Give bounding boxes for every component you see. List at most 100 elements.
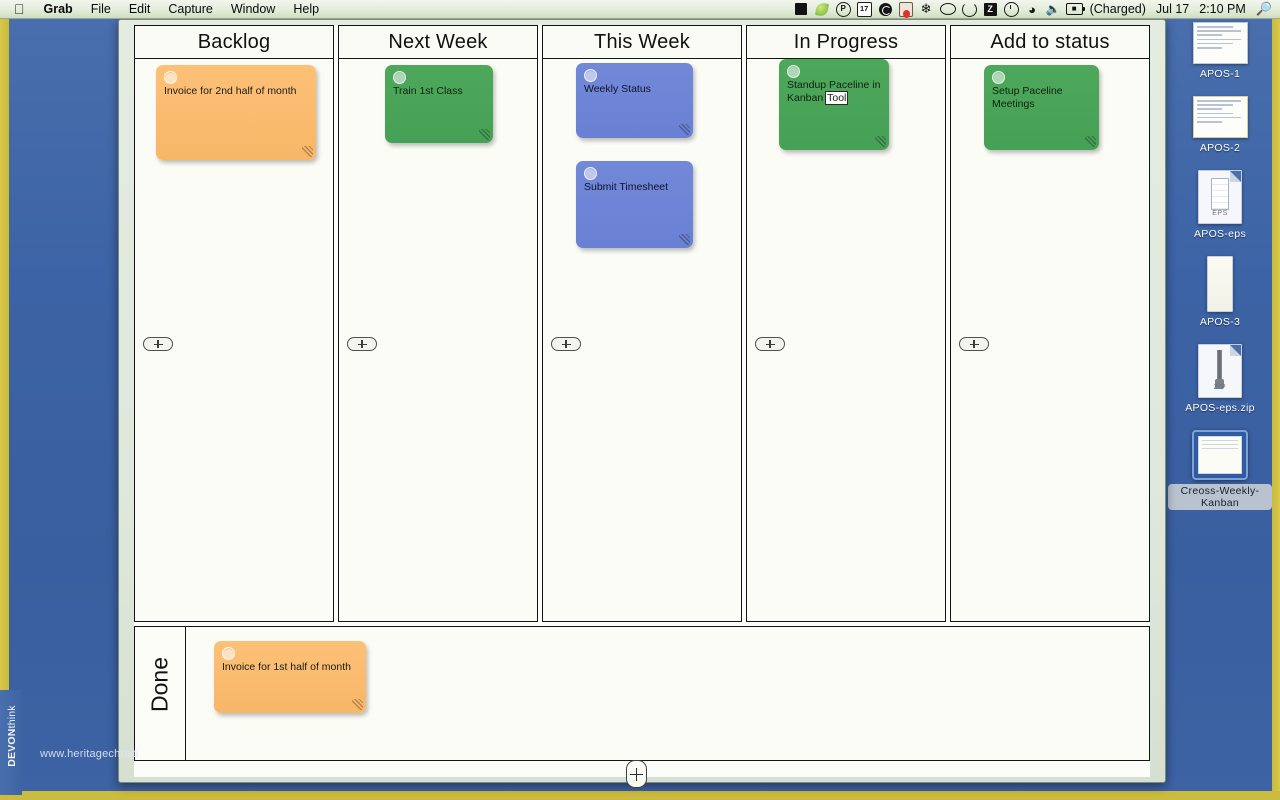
file-type-tag: ZIP [1213,384,1227,391]
column-body-in-progress[interactable]: Standup Paceline in Kanban Tool [747,59,945,621]
note-badge-icon[interactable] [787,65,800,78]
desktop-bottom-edge-stripe [0,791,1280,800]
sticky-note[interactable]: Submit Timesheet [576,161,693,248]
column-body-this-week[interactable]: Weekly Status Submit Timesheet [543,59,741,621]
add-card-button-next-week[interactable] [347,337,377,351]
note-text: Weekly Status [584,83,651,95]
desktop-icon-apos-3[interactable]: APOS-3 [1168,256,1272,328]
note-resize-grip[interactable] [875,136,886,147]
menu-item-window[interactable]: Window [222,0,284,19]
desktop-icon-label: APOS-eps [1193,228,1246,240]
done-row-body[interactable]: Invoice for 1st half of month [186,627,1149,760]
red-app-icon[interactable] [898,1,915,18]
desktop-icon-label: APOS-2 [1199,142,1241,154]
sticky-note[interactable]: Weekly Status [576,63,693,138]
desktop-icon-label: APOS-3 [1199,316,1241,328]
apple-menu-icon[interactable]:  [14,2,25,16]
battery-status-label: (Charged) [1089,2,1146,16]
green-leaf-icon[interactable] [814,1,831,17]
blank-document-icon [1207,256,1233,312]
note-text: Invoice for 1st half of month [222,661,351,673]
p-circle-icon[interactable]: P [835,1,852,17]
kanban-column-this-week[interactable]: This Week Weekly Status Submit Timesheet [542,25,742,622]
done-row-label-cell: Done [135,627,186,760]
note-text: Train 1st Class [393,85,463,97]
speech-bubble-icon[interactable] [940,2,957,17]
paw-icon[interactable]: ❄ [919,2,936,17]
desktop-icon-apos-1[interactable]: APOS-1 [1168,22,1272,80]
add-card-button-this-week[interactable] [551,337,581,351]
refresh-icon[interactable] [961,1,978,17]
sticky-note[interactable]: Invoice for 2nd half of month [156,65,316,160]
wifi-icon[interactable]: ◕ [1024,2,1041,17]
sticky-note[interactable]: Setup Paceline Meetings [984,65,1099,150]
kanban-board: Backlog Invoice for 2nd half of month Ne… [134,25,1150,777]
menu-item-capture[interactable]: Capture [159,0,221,19]
note-text: Setup Paceline Meetings [992,85,1063,110]
menubar-clock: 2:10 PM [1199,2,1246,16]
zip-file-icon: ZIP [1198,344,1242,398]
menu-item-edit[interactable]: Edit [120,0,160,19]
sticky-note[interactable]: Standup Paceline in Kanban Tool [779,59,889,150]
kanban-column-backlog[interactable]: Backlog Invoice for 2nd half of month [134,25,334,622]
add-card-button-in-progress[interactable] [755,337,785,351]
note-resize-grip[interactable] [679,234,690,245]
add-card-button-backlog[interactable] [143,337,173,351]
kanban-app-window: Backlog Invoice for 2nd half of month Ne… [118,19,1166,788]
desktop-icon-apos-eps-zip[interactable]: ZIP APOS-eps.zip [1168,344,1272,414]
plus-icon [561,339,571,349]
menu-item-help[interactable]: Help [284,0,328,19]
desktop-icon-apos-eps[interactable]: EPS APOS-eps [1168,170,1272,240]
add-card-button-add-to-status[interactable] [959,337,989,351]
note-resize-grip[interactable] [302,146,313,157]
kanban-column-add-to-status[interactable]: Add to status Setup Paceline Meetings [950,25,1150,622]
note-resize-grip[interactable] [352,699,363,710]
menu-item-file[interactable]: File [82,0,120,19]
battery-icon[interactable]: ■ [1065,2,1085,17]
note-resize-grip[interactable] [479,129,490,140]
desktop-screen:  Grab File Edit Capture Window Help P 1… [0,0,1280,800]
note-badge-icon[interactable] [393,71,406,84]
black-square-icon[interactable] [793,2,810,17]
menubar-date: Jul 17 [1155,2,1190,16]
note-text: Invoice for 2nd half of month [164,85,297,97]
file-preview-icon [1192,430,1248,480]
note-badge-icon[interactable] [222,647,235,660]
desktop-icon-apos-2[interactable]: APOS-2 [1168,96,1272,154]
add-row-button[interactable] [626,760,647,788]
note-badge-icon[interactable] [584,69,597,82]
sticky-note[interactable]: Train 1st Class [385,65,493,143]
column-body-backlog[interactable]: Invoice for 2nd half of month [135,59,333,621]
plus-icon [357,339,367,349]
column-body-add-to-status[interactable]: Setup Paceline Meetings [951,59,1149,621]
sticky-note[interactable]: Invoice for 1st half of month [214,641,366,713]
z-app-icon[interactable]: Z [982,2,999,17]
time-machine-icon[interactable] [1003,1,1020,17]
column-header-next-week: Next Week [339,26,537,59]
note-badge-icon[interactable] [584,167,597,180]
note-badge-icon[interactable] [164,71,177,84]
note-badge-icon[interactable] [992,71,1005,84]
volume-icon[interactable]: 🔈 [1045,2,1062,17]
kanban-column-next-week[interactable]: Next Week Train 1st Class [338,25,538,622]
kanban-done-row[interactable]: Done Invoice for 1st half of month [134,626,1150,761]
skype-icon[interactable] [877,2,894,17]
desktop-icon-label: APOS-1 [1199,68,1241,80]
note-resize-grip[interactable] [1085,136,1096,147]
devonthink-side-tab[interactable]: DEVONthink [0,690,22,795]
column-body-next-week[interactable]: Train 1st Class [339,59,537,621]
kanban-column-in-progress[interactable]: In Progress Standup Paceline in Kanban T… [746,25,946,622]
note-text: Standup Paceline in Kanban Tool [787,79,881,105]
note-resize-grip[interactable] [679,124,690,135]
plus-icon [630,767,643,781]
calendar-icon[interactable]: 17 [856,1,873,17]
desktop-icon-creoss-weekly-kanban[interactable]: Creoss-Weekly-Kanban [1168,430,1272,510]
spotlight-search-icon[interactable]: 🔍 [1253,1,1274,17]
done-row-label: Done [146,657,173,712]
document-thumbnail-icon [1192,96,1248,138]
desktop-left-edge-stripe [0,0,9,800]
note-text-selection[interactable]: Tool [825,90,849,105]
column-header-this-week: This Week [543,26,741,59]
menu-item-grab[interactable]: Grab [35,0,82,19]
desktop-right-edge-stripe [1272,0,1280,800]
